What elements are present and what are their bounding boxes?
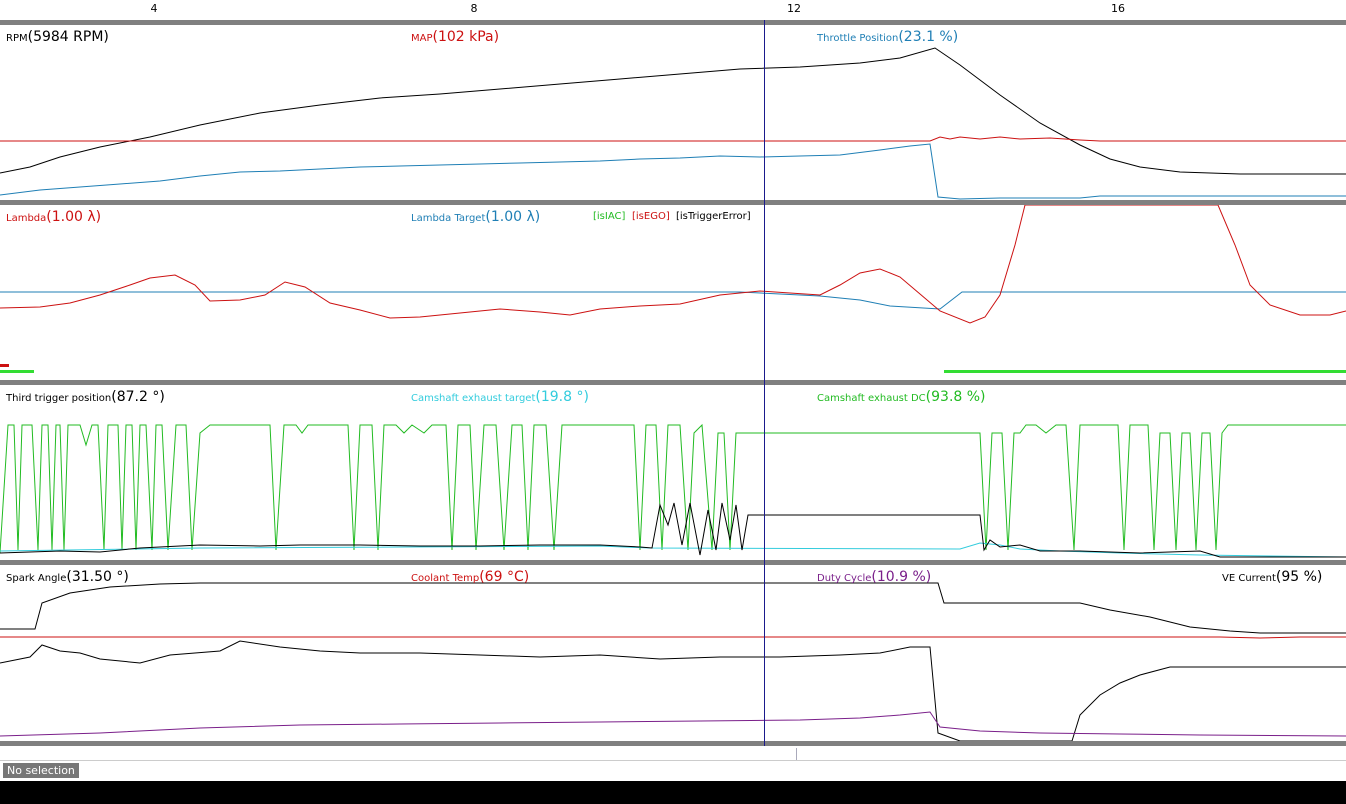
spark-angle-trace bbox=[0, 582, 1346, 634]
lambda-label: Lambda(1.00 λ) bbox=[6, 209, 101, 225]
spark-angle-label-title: Spark Angle bbox=[6, 573, 67, 584]
cam-target-label: Camshaft exhaust target(19.8 °) bbox=[411, 389, 589, 405]
coolant-temp-trace bbox=[0, 636, 1346, 639]
horizontal-scrollbar[interactable] bbox=[0, 748, 1346, 761]
scroll-position-marker[interactable] bbox=[796, 748, 797, 760]
flag-istriggererror: [isTriggerError] bbox=[676, 211, 751, 222]
time-tick-16: 16 bbox=[1111, 2, 1125, 15]
cam-dc-trace bbox=[0, 423, 1346, 554]
lambda-target-trace bbox=[0, 291, 1346, 310]
throttle-label: Throttle Position(23.1 %) bbox=[817, 29, 958, 45]
time-tick-4: 4 bbox=[150, 2, 158, 15]
spark-angle-label-value: (31.50 °) bbox=[66, 569, 129, 585]
time-cursor-line[interactable] bbox=[764, 20, 765, 746]
map-trace bbox=[0, 136, 1346, 142]
isiac-flag-bar bbox=[944, 370, 1346, 373]
ignition-plot bbox=[0, 582, 1346, 741]
lambda-trace bbox=[0, 205, 1346, 324]
ve-current-trace bbox=[0, 640, 1346, 741]
throttle-label-title: Throttle Position bbox=[817, 33, 899, 44]
rpm-label: RPM(5984 RPM) bbox=[6, 29, 109, 45]
duty-cycle-trace bbox=[0, 711, 1346, 737]
spark-angle-label: Spark Angle(31.50 °) bbox=[6, 569, 129, 585]
isiac-flag-bar bbox=[0, 370, 34, 373]
cam-dc-label-title: Camshaft exhaust DC bbox=[817, 393, 926, 404]
rpm-label-title: RPM bbox=[6, 33, 28, 44]
coolant-label-value: (69 °C) bbox=[479, 569, 530, 585]
isego-flag-bar bbox=[0, 364, 9, 367]
lambda-target-label-value: (1.00 λ) bbox=[485, 209, 541, 225]
time-tick-8: 8 bbox=[470, 2, 478, 15]
cam-target-label-title: Camshaft exhaust target bbox=[411, 393, 536, 404]
lambda-label-title: Lambda bbox=[6, 213, 47, 224]
map-label-value: (102 kPa) bbox=[432, 29, 500, 45]
third-trigger-label-title: Third trigger position bbox=[6, 393, 112, 404]
lambda-target-label-title: Lambda Target bbox=[411, 213, 486, 224]
cam-dc-label: Camshaft exhaust DC(93.8 %) bbox=[817, 389, 986, 405]
flag-isiac: [isIAC] bbox=[593, 211, 626, 222]
engine-plot bbox=[0, 47, 1346, 200]
duty-cycle-label: Duty Cycle(10.9 %) bbox=[817, 569, 931, 585]
cam-dc-label-value: (93.8 %) bbox=[925, 389, 986, 405]
rpm-label-value: (5984 RPM) bbox=[27, 29, 109, 45]
cam-plot bbox=[0, 423, 1346, 558]
third-trigger-label-value: (87.2 °) bbox=[111, 389, 165, 405]
map-label: MAP(102 kPa) bbox=[411, 29, 499, 45]
cam-target-label-value: (19.8 °) bbox=[535, 389, 589, 405]
panel-cam[interactable]: Third trigger position(87.2 °) Camshaft e… bbox=[0, 385, 1346, 560]
third-trigger-trace bbox=[0, 502, 1346, 558]
map-label-title: MAP bbox=[411, 33, 433, 44]
duty-cycle-label-value: (10.9 %) bbox=[871, 569, 932, 585]
coolant-label-title: Coolant Temp bbox=[411, 573, 480, 584]
panel-ignition[interactable]: Spark Angle(31.50 °) Coolant Temp(69 °C) D… bbox=[0, 565, 1346, 741]
lambda-target-label: Lambda Target(1.00 λ) bbox=[411, 209, 540, 225]
panel-engine[interactable]: RPM(5984 RPM) MAP(102 kPa) Throttle Positi… bbox=[0, 25, 1346, 200]
time-axis[interactable]: 4 8 12 16 bbox=[0, 0, 1346, 20]
time-tick-12: 12 bbox=[787, 2, 801, 15]
panel-lambda[interactable]: Lambda(1.00 λ) Lambda Target(1.00 λ) [isIA… bbox=[0, 205, 1346, 380]
flag-isego: [isEGO] bbox=[632, 211, 670, 222]
third-trigger-label: Third trigger position(87.2 °) bbox=[6, 389, 165, 405]
coolant-label: Coolant Temp(69 °C) bbox=[411, 569, 529, 585]
ve-current-label: VE Current(95 %) bbox=[1222, 569, 1322, 585]
ve-current-label-value: (95 %) bbox=[1275, 569, 1323, 585]
selection-status: No selection bbox=[3, 763, 79, 778]
duty-cycle-label-title: Duty Cycle bbox=[817, 573, 872, 584]
throttle-label-value: (23.1 %) bbox=[898, 29, 959, 45]
lambda-plot bbox=[0, 205, 1346, 373]
log-viewer: 4 8 12 16 RPM(5984 RPM) MAP(102 kPa) Throt… bbox=[0, 0, 1346, 781]
throttle-trace bbox=[0, 143, 1346, 200]
ve-current-label-title: VE Current bbox=[1222, 573, 1276, 584]
rpm-trace bbox=[0, 47, 1346, 175]
lambda-label-value: (1.00 λ) bbox=[46, 209, 102, 225]
panel-divider[interactable] bbox=[0, 741, 1346, 746]
